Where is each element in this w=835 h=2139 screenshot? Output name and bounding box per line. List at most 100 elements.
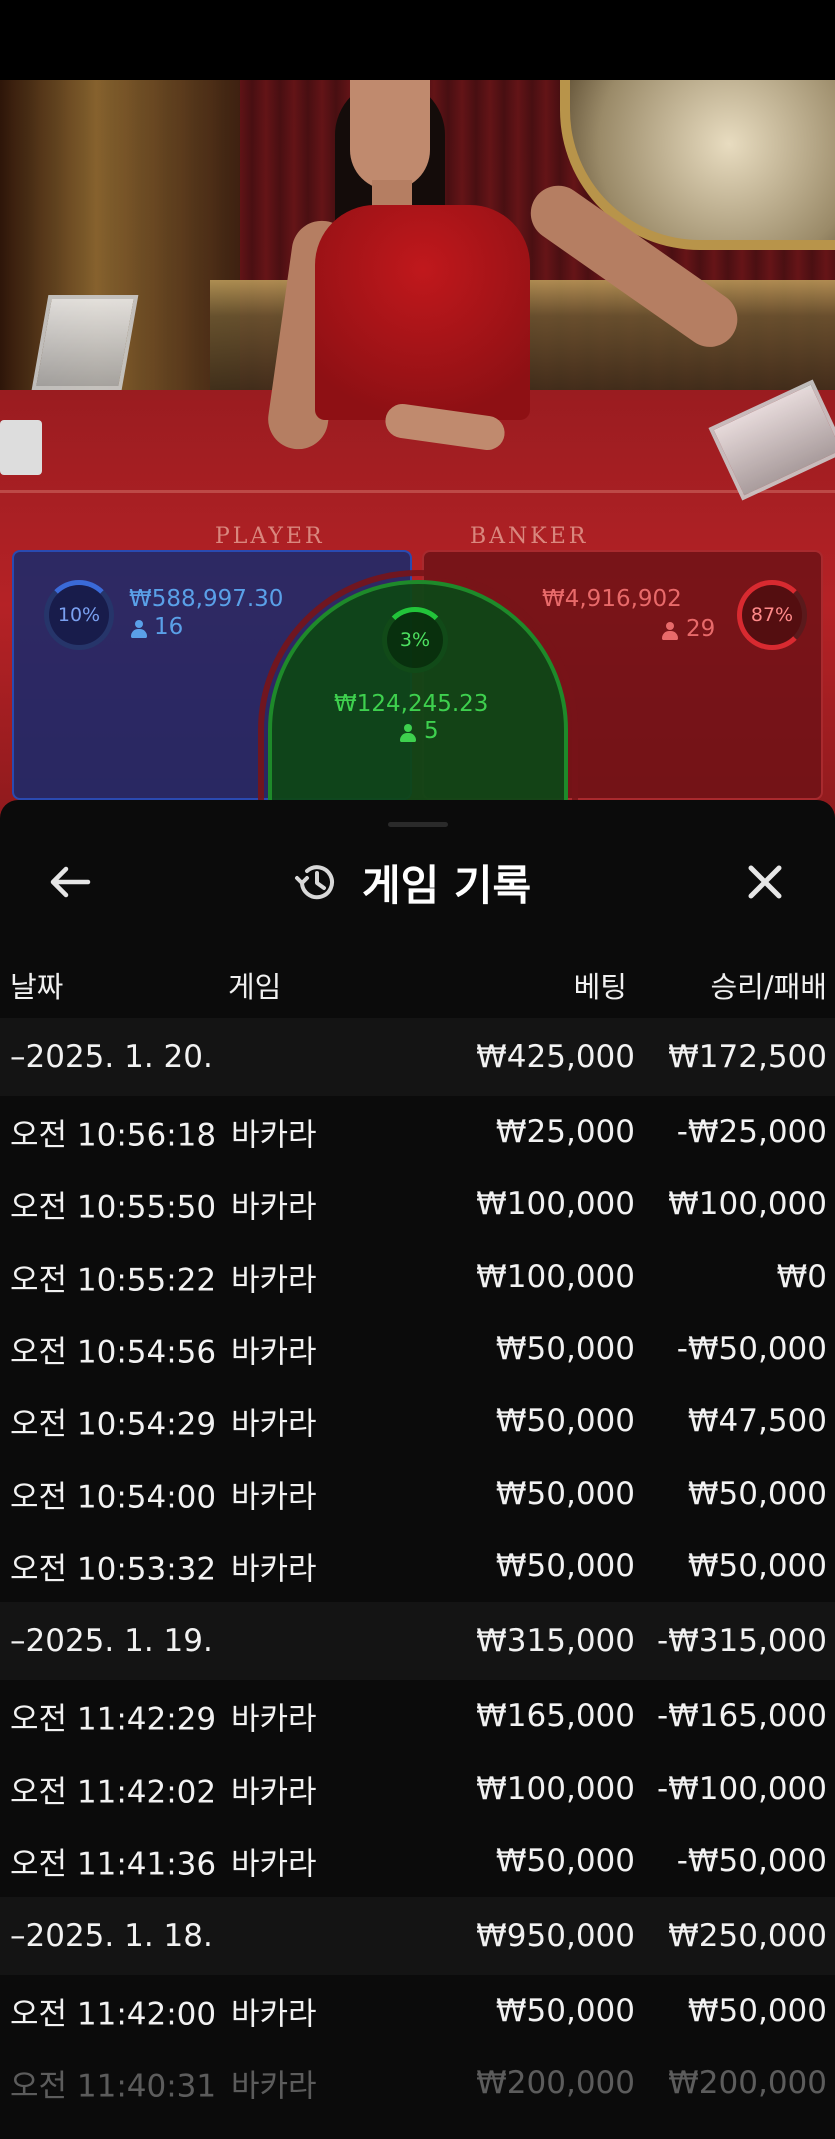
sheet-header: 게임 기록 <box>0 840 835 920</box>
row-date: 오전 10:54:29 <box>10 1406 217 1443</box>
row-date: 오전 10:54:56 <box>10 1334 217 1371</box>
date-group-row[interactable]: –2025. 1. 20. ₩425,000 ₩172,500 <box>0 1018 835 1096</box>
row-game: 바카라 <box>231 1334 317 1371</box>
row-game: 바카라 <box>231 1117 317 1154</box>
row-win-loss: -₩100,000 <box>656 1770 827 1807</box>
card-stack <box>0 420 42 475</box>
row-date: 오전 10:56:18 <box>10 1117 217 1154</box>
sheet-title-group: 게임 기록 <box>292 854 531 910</box>
history-row: 오전 10:55:50 바카라 ₩100,000 ₩100,000 <box>0 1168 835 1240</box>
person-icon <box>400 724 416 742</box>
row-bet: ₩950,000 <box>476 1917 635 1954</box>
row-game: 바카라 <box>231 1551 317 1588</box>
back-button[interactable] <box>40 852 100 912</box>
row-game: 바카라 <box>231 1262 317 1299</box>
history-row: 오전 11:40:31 바카라 ₩200,000 ₩200,000 <box>0 2047 835 2119</box>
arrow-left-icon <box>50 866 91 898</box>
row-bet: ₩100,000 <box>476 1186 635 1223</box>
row-game: 바카라 <box>231 1406 317 1443</box>
row-win-loss: ₩172,500 <box>668 1039 827 1075</box>
row-date: 오전 11:42:02 <box>10 1774 217 1811</box>
row-bet: ₩50,000 <box>495 1475 635 1512</box>
history-row: 오전 10:54:00 바카라 ₩50,000 ₩50,000 <box>0 1457 835 1529</box>
sheet-title: 게임 기록 <box>362 860 532 910</box>
close-icon <box>748 865 782 899</box>
date-group-row[interactable]: –2025. 1. 18. ₩950,000 ₩250,000 <box>0 1896 835 1975</box>
dealer-dress <box>315 205 530 420</box>
column-header-win-loss: 승리/패배 <box>710 970 828 1004</box>
table-label-player: PLAYER <box>215 524 325 549</box>
history-list: –2025. 1. 20. ₩425,000 ₩172,500 오전 10:56:18… <box>0 1018 835 2120</box>
row-bet: ₩100,000 <box>476 1770 635 1807</box>
banker-percent: 87% <box>750 604 794 626</box>
person-icon <box>662 622 678 640</box>
row-date: –2025. 1. 18. <box>10 1917 213 1954</box>
row-win-loss: ₩50,000 <box>687 1475 827 1512</box>
row-bet: ₩50,000 <box>495 1403 635 1440</box>
row-bet: ₩315,000 <box>476 1623 635 1660</box>
row-win-loss: ₩50,000 <box>687 1547 827 1584</box>
banker-bettor-count: 29 <box>686 616 716 642</box>
banker-bet-amount: ₩4,916,902 <box>542 586 682 612</box>
row-game: 바카라 <box>231 2068 317 2105</box>
history-row: 오전 11:42:00 바카라 ₩50,000 ₩50,000 <box>0 1975 835 2047</box>
row-date: 오전 11:40:31 <box>10 2068 217 2105</box>
history-row: 오전 10:56:18 바카라 ₩25,000 -₩25,000 <box>0 1096 835 1168</box>
row-bet: ₩425,000 <box>476 1039 635 1075</box>
row-bet: ₩50,000 <box>495 1547 635 1584</box>
row-win-loss: ₩50,000 <box>687 1993 827 2030</box>
row-date: 오전 10:55:50 <box>10 1189 217 1226</box>
row-game: 바카라 <box>231 1774 317 1811</box>
player-percent: 10% <box>57 604 101 626</box>
tie-bettor-count: 5 <box>424 718 439 744</box>
row-game: 바카라 <box>231 1996 317 2033</box>
game-history-sheet: 게임 기록 날짜 게임 베팅 승리/패배 –2025. 1. 20. ₩425,0… <box>0 800 835 2139</box>
history-row: 오전 10:54:29 바카라 ₩50,000 ₩47,500 <box>0 1385 835 1457</box>
sheet-grabber[interactable] <box>388 822 448 827</box>
date-group-row[interactable]: –2025. 1. 19. ₩315,000 -₩315,000 <box>0 1602 835 1681</box>
player-bettor-count: 16 <box>154 614 184 640</box>
tie-percent: 3% <box>399 629 431 651</box>
row-win-loss: ₩0 <box>776 1258 827 1295</box>
row-bet: ₩165,000 <box>476 1698 635 1735</box>
column-header-date: 날짜 <box>10 970 64 1004</box>
column-header-bet: 베팅 <box>573 970 627 1004</box>
row-date: 오전 10:53:32 <box>10 1551 217 1588</box>
row-win-loss: -₩165,000 <box>656 1698 827 1735</box>
row-bet: ₩50,000 <box>495 1993 635 2030</box>
row-win-loss: -₩50,000 <box>676 1842 827 1879</box>
tie-bet-amount: ₩124,245.23 <box>334 691 489 717</box>
row-bet: ₩200,000 <box>476 2065 635 2102</box>
bet-spots: 10% ₩588,997.30 16 87% ₩4,916,902 29 3% … <box>0 550 835 860</box>
row-date: –2025. 1. 20. <box>10 1039 213 1075</box>
player-percent-ring: 10% <box>44 580 114 650</box>
row-date: 오전 10:54:00 <box>10 1479 217 1516</box>
row-win-loss: ₩250,000 <box>668 1917 827 1954</box>
row-game: 바카라 <box>231 1189 317 1226</box>
table-label-banker: BANKER <box>470 524 589 549</box>
history-row: 오전 11:42:02 바카라 ₩100,000 -₩100,000 <box>0 1752 835 1824</box>
row-bet: ₩50,000 <box>495 1842 635 1879</box>
person-icon <box>131 620 147 638</box>
table-header: 날짜 게임 베팅 승리/패배 <box>0 960 835 1010</box>
dealer-face <box>350 80 430 190</box>
row-win-loss: -₩315,000 <box>656 1623 827 1660</box>
history-row: 오전 10:54:56 바카라 ₩50,000 -₩50,000 <box>0 1313 835 1385</box>
row-game: 바카라 <box>231 1701 317 1738</box>
banker-percent-ring: 87% <box>737 580 807 650</box>
row-bet: ₩100,000 <box>476 1258 635 1295</box>
row-game: 바카라 <box>231 1846 317 1883</box>
row-win-loss: ₩47,500 <box>687 1403 827 1440</box>
card-shoe-left <box>31 295 139 390</box>
row-win-loss: -₩25,000 <box>676 1114 827 1151</box>
row-win-loss: -₩50,000 <box>676 1331 827 1368</box>
row-win-loss: ₩200,000 <box>668 2065 827 2102</box>
row-date: 오전 11:41:36 <box>10 1846 217 1883</box>
tie-percent-ring: 3% <box>382 607 448 673</box>
column-header-game: 게임 <box>228 970 282 1004</box>
close-button[interactable] <box>735 852 795 912</box>
status-bar <box>0 0 835 80</box>
row-date: 오전 10:55:22 <box>10 1262 217 1299</box>
table-line <box>0 490 835 493</box>
history-row: 오전 11:41:36 바카라 ₩50,000 -₩50,000 <box>0 1825 835 1897</box>
